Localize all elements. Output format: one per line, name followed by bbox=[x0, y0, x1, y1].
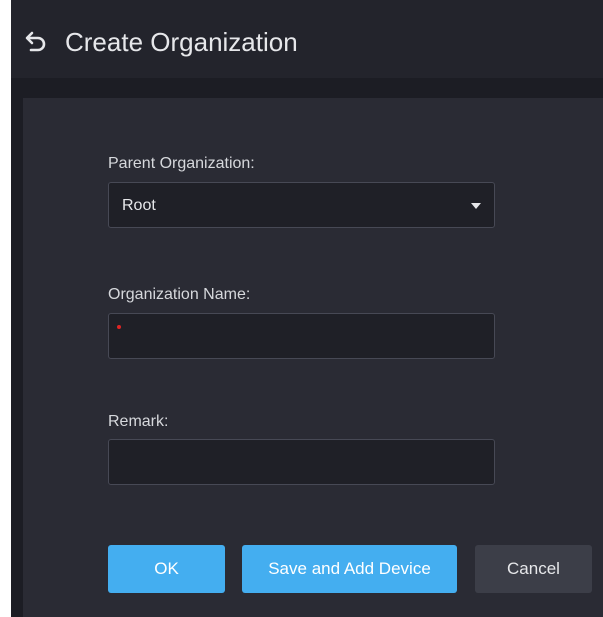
parent-organization-select[interactable]: Root bbox=[108, 182, 495, 228]
ok-button[interactable]: OK bbox=[108, 545, 225, 593]
create-organization-window: Create Organization Parent Organization:… bbox=[11, 0, 603, 617]
save-and-add-device-button[interactable]: Save and Add Device bbox=[242, 545, 457, 593]
organization-name-label: Organization Name: bbox=[108, 286, 251, 303]
cancel-button[interactable]: Cancel bbox=[475, 545, 592, 593]
organization-name-field bbox=[108, 313, 495, 359]
remark-input[interactable] bbox=[109, 440, 494, 484]
parent-organization-value: Root bbox=[122, 197, 156, 214]
header-gap bbox=[11, 78, 603, 98]
caret-down-icon bbox=[471, 203, 481, 209]
form-panel: Parent Organization: Root Organization N… bbox=[23, 98, 603, 617]
organization-name-input[interactable] bbox=[109, 314, 494, 358]
undo-arrow-icon[interactable] bbox=[24, 30, 48, 54]
parent-organization-label: Parent Organization: bbox=[108, 155, 255, 172]
remark-label: Remark: bbox=[108, 413, 169, 430]
page-title: Create Organization bbox=[65, 27, 298, 57]
title-bar: Create Organization bbox=[11, 0, 603, 78]
undo-arrow-icon-graphic bbox=[25, 31, 46, 52]
remark-field bbox=[108, 439, 495, 485]
